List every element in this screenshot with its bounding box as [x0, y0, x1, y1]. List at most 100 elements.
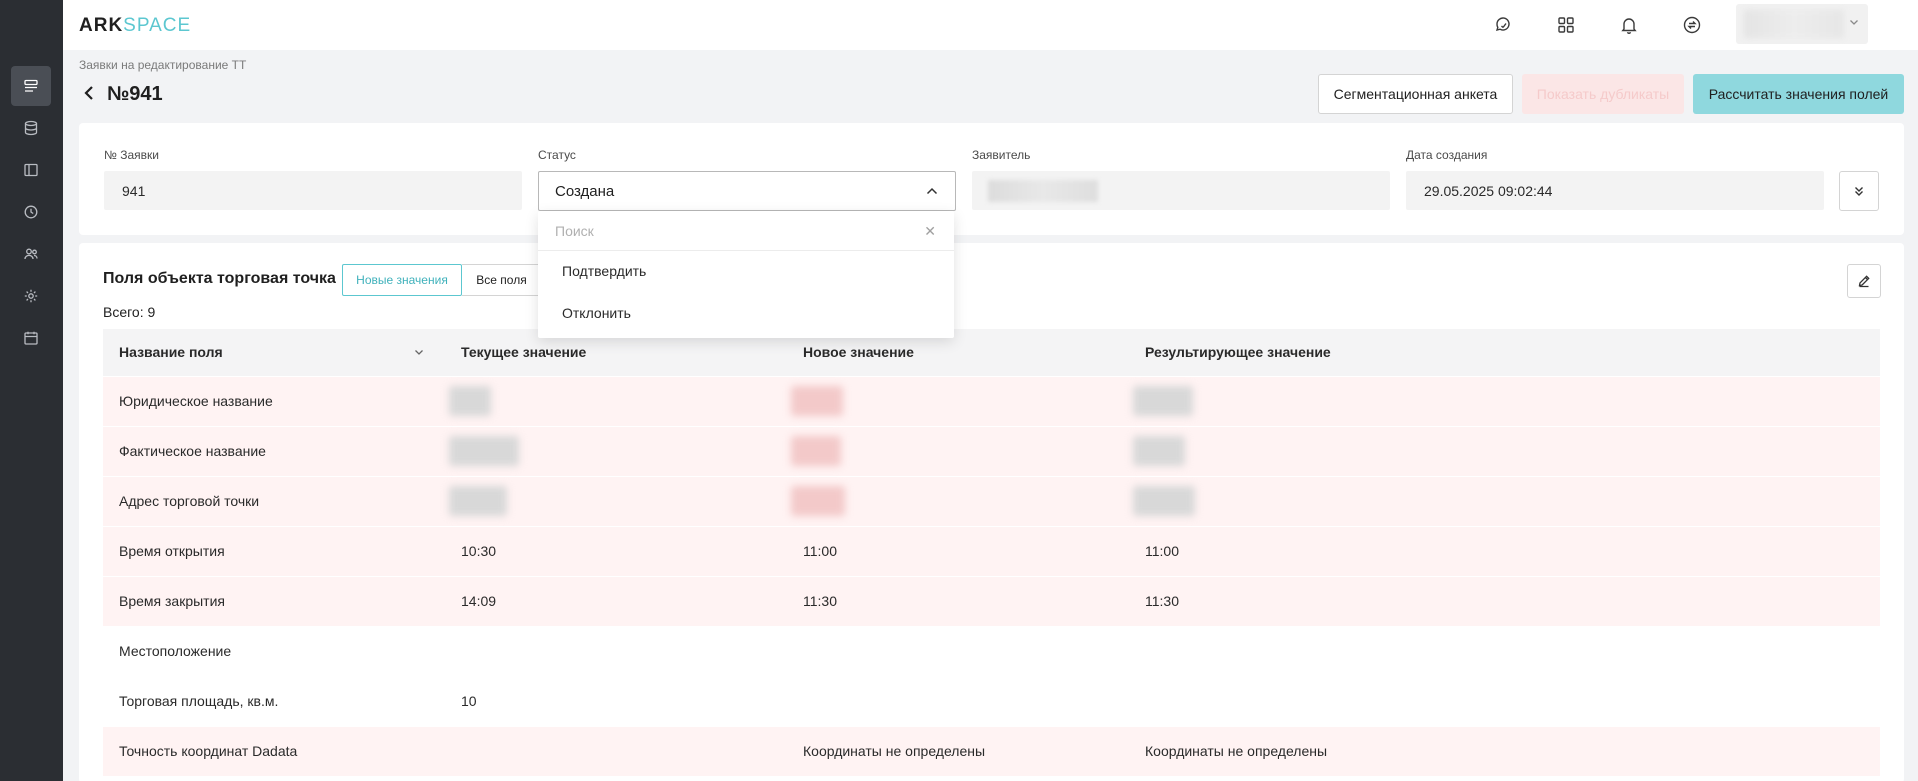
close-icon[interactable]: ✕ [924, 223, 936, 240]
current-value-cell [445, 425, 787, 476]
sidebar-item-database[interactable] [11, 108, 51, 148]
new-value-cell [787, 425, 1129, 476]
pencil-icon [1858, 275, 1870, 288]
fields-card: Поля объекта торговая точка Новые значен… [79, 243, 1904, 781]
status-select[interactable]: Создана [538, 171, 956, 211]
column-header-result: Результирующее значение [1129, 329, 1880, 376]
breadcrumb[interactable]: Заявки на редактирование ТТ [79, 58, 246, 72]
total-count: Всего: 9 [103, 304, 156, 320]
support-chat-icon[interactable] [1491, 12, 1517, 38]
blurred-value [1133, 436, 1185, 466]
request-info-card: № Заявки 941 Статус Создана Заявитель Да… [79, 123, 1904, 235]
table-row: Местоположение [103, 625, 1880, 676]
result-value-cell [1129, 675, 1880, 726]
table-header-row: Название поля Текущее значение Новое зна… [103, 329, 1880, 376]
table-row: Время закрытия 14:09 11:30 11:30 [103, 575, 1880, 626]
apps-grid-icon[interactable] [1553, 12, 1579, 38]
table-row: Торговая площадь, кв.м. 10 [103, 675, 1880, 726]
database-icon [24, 120, 38, 136]
request-number-label: № Заявки [104, 148, 159, 162]
result-value-cell [1129, 375, 1880, 426]
field-name-cell: Юридическое название [103, 375, 445, 426]
applicant-label: Заявитель [972, 148, 1031, 162]
status-value: Создана [555, 182, 615, 200]
logo-primary: ARK [79, 15, 124, 36]
field-name-cell: Точность координат Dadata [103, 725, 445, 776]
user-menu[interactable] [1736, 4, 1868, 44]
sidebar-item-users[interactable] [11, 234, 51, 274]
sidebar-item-settings[interactable] [11, 276, 51, 316]
clock-icon [24, 205, 38, 219]
current-value-cell [445, 375, 787, 426]
new-value-cell: 11:00 [787, 525, 1129, 576]
chevron-down-icon[interactable] [413, 346, 425, 358]
field-name-cell: Адрес торговой точки [103, 475, 445, 526]
result-value-cell [1129, 475, 1880, 526]
sidebar-item-panels[interactable] [11, 150, 51, 190]
panel-icon [24, 163, 38, 177]
current-value-cell: 10 [445, 675, 787, 726]
table-row: Точность координат Dadata Координаты не … [103, 725, 1880, 776]
sync-icon[interactable] [1679, 12, 1705, 38]
fields-table: Название поля Текущее значение Новое зна… [103, 329, 1880, 776]
dropdown-option-reject[interactable]: Отклонить [538, 293, 954, 333]
chevron-down-icon [1848, 16, 1860, 31]
current-value-cell [445, 725, 787, 776]
expand-details-button[interactable] [1839, 171, 1879, 211]
user-avatar-blurred [1744, 10, 1844, 38]
dropdown-search-input[interactable] [555, 222, 895, 239]
sidebar [0, 0, 63, 781]
list-icon [24, 79, 38, 92]
gear-icon [24, 289, 38, 303]
logo-secondary: SPACE [123, 15, 192, 36]
field-name-cell: Местоположение [103, 625, 445, 676]
current-value-cell: 10:30 [445, 525, 787, 576]
notification-bell-icon[interactable] [1616, 12, 1642, 38]
field-name-cell: Время открытия [103, 525, 445, 576]
blurred-value [449, 486, 507, 516]
show-duplicates-button[interactable]: Показать дубликаты [1522, 74, 1684, 114]
chevron-up-icon [926, 187, 938, 195]
dropdown-option-confirm[interactable]: Подтвердить [538, 251, 954, 291]
new-value-cell: Координаты не определены [787, 725, 1129, 776]
top-header: ARKSPACE [63, 0, 1918, 50]
result-value-cell: Координаты не определены [1129, 725, 1880, 776]
blurred-value [449, 436, 519, 466]
table-row: Юридическое название [103, 375, 1880, 426]
sidebar-item-history[interactable] [11, 192, 51, 232]
tab-new-values[interactable]: Новые значения [342, 264, 462, 296]
table-row: Время открытия 10:30 11:00 11:00 [103, 525, 1880, 576]
section-title: Поля объекта торговая точка [103, 270, 336, 287]
new-value-cell: 11:30 [787, 575, 1129, 626]
status-dropdown: ✕ Подтвердить Отклонить [538, 211, 954, 338]
page-title: №941 [107, 83, 163, 105]
field-name-cell: Время закрытия [103, 575, 445, 626]
logo[interactable]: ARKSPACE [79, 15, 191, 37]
tab-all-fields[interactable]: Все поля [462, 264, 542, 296]
new-value-cell [787, 625, 1129, 676]
calendar-icon [24, 331, 38, 345]
users-icon [24, 248, 38, 260]
created-date-field: 29.05.2025 09:02:44 [1406, 171, 1824, 210]
blurred-value [1133, 386, 1193, 416]
blurred-value [1133, 486, 1195, 516]
blurred-value [791, 386, 843, 416]
edit-button[interactable] [1847, 264, 1881, 298]
current-value-cell [445, 475, 787, 526]
segmentation-form-button[interactable]: Сегментационная анкета [1318, 74, 1513, 114]
sidebar-item-calendar[interactable] [11, 318, 51, 358]
blurred-value [791, 436, 841, 466]
column-header-field-name[interactable]: Название поля [103, 329, 445, 376]
field-name-cell: Фактическое название [103, 425, 445, 476]
calculate-fields-button[interactable]: Рассчитать значения полей [1693, 74, 1904, 114]
sidebar-item-requests[interactable] [11, 66, 51, 106]
result-value-cell [1129, 425, 1880, 476]
table-row: Фактическое название [103, 425, 1880, 476]
back-arrow-icon[interactable] [83, 83, 99, 103]
table-row: Адрес торговой точки [103, 475, 1880, 526]
dropdown-search: ✕ [538, 211, 954, 251]
status-label: Статус [538, 148, 576, 162]
applicant-field [972, 171, 1390, 210]
new-value-cell [787, 675, 1129, 726]
current-value-cell: 14:09 [445, 575, 787, 626]
